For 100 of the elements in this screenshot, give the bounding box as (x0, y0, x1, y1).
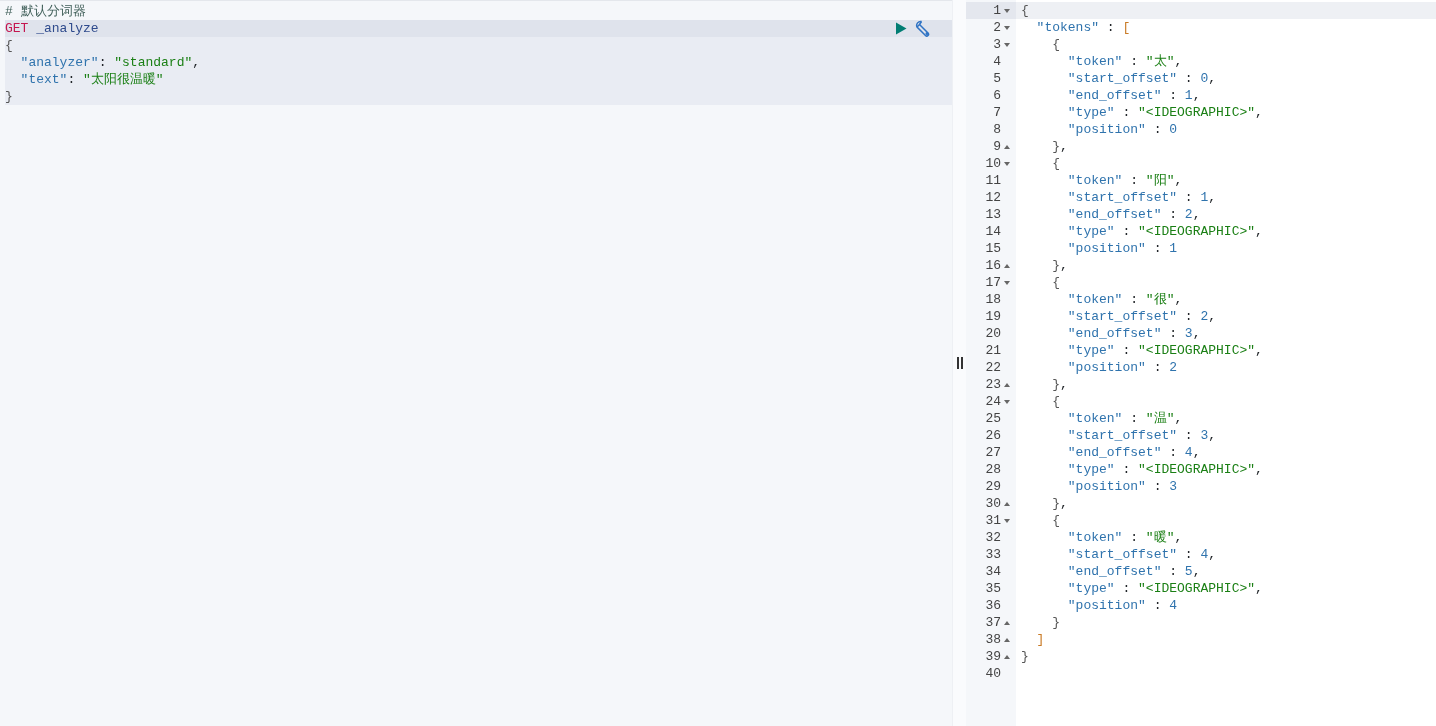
fold-toggle-icon[interactable] (1004, 161, 1010, 166)
line-number: 5 (993, 70, 1001, 87)
code-line: "end_offset" : 4, (1066, 445, 1201, 460)
code-line: "token" : "很", (1066, 292, 1183, 307)
line-number: 35 (985, 580, 1001, 597)
line-number: 28 (985, 461, 1001, 478)
code-line: { (1051, 275, 1061, 290)
line-number: 25 (985, 410, 1001, 427)
line-number: 36 (985, 597, 1001, 614)
line-number: 27 (985, 444, 1001, 461)
code-line: }, (1051, 496, 1068, 511)
resize-handle-icon[interactable] (956, 357, 963, 369)
code-line: } (1021, 649, 1029, 664)
line-number: 8 (993, 121, 1001, 138)
code-line: "end_offset" : 2, (1066, 207, 1201, 222)
code-line: { (1051, 156, 1061, 171)
code-line: }, (1051, 377, 1068, 392)
code-line: "type" : "<IDEOGRAPHIC>", (1066, 224, 1263, 239)
line-number: 6 (993, 87, 1001, 104)
line-number: 9 (993, 138, 1001, 155)
line-number: 14 (985, 223, 1001, 240)
code-line: "type" : "<IDEOGRAPHIC>", (1066, 462, 1263, 477)
fold-toggle-icon[interactable] (1004, 399, 1010, 404)
code-line: "token" : "阳", (1066, 173, 1183, 188)
code-line: }, (1051, 139, 1068, 154)
fold-toggle-icon[interactable] (1004, 263, 1010, 268)
fold-toggle-icon[interactable] (1004, 637, 1010, 642)
line-number: 24 (985, 393, 1001, 410)
line-number: 32 (985, 529, 1001, 546)
code-line: "position" : 4 (1066, 598, 1178, 613)
fold-toggle-icon[interactable] (1004, 501, 1010, 506)
code-line: "token" : "太", (1066, 54, 1183, 69)
line-number: 30 (985, 495, 1001, 512)
code-line: "type" : "<IDEOGRAPHIC>", (1066, 343, 1263, 358)
line-number: 16 (985, 257, 1001, 274)
code-line: "position" : 1 (1066, 241, 1178, 256)
line-number: 20 (985, 325, 1001, 342)
code-line: "start_offset" : 3, (1066, 428, 1217, 443)
run-button[interactable] (895, 22, 907, 35)
code-line: "position" : 2 (1066, 360, 1178, 375)
code-line: "tokens" : [ (1035, 20, 1131, 35)
code-line: { (1051, 37, 1061, 52)
code-line: "start_offset" : 1, (1066, 190, 1217, 205)
code-line: "end_offset" : 1, (1066, 88, 1201, 103)
fold-toggle-icon[interactable] (1004, 25, 1010, 30)
code-line: "start_offset" : 2, (1066, 309, 1217, 324)
line-number: 12 (985, 189, 1001, 206)
line-number: 2 (993, 19, 1001, 36)
fold-toggle-icon[interactable] (1004, 654, 1010, 659)
code-line: "text": "太阳很温暖" (19, 71, 164, 88)
line-number: 39 (985, 648, 1001, 665)
wrench-icon[interactable] (915, 20, 932, 37)
fold-toggle-icon[interactable] (1004, 382, 1010, 387)
code-line: "type" : "<IDEOGRAPHIC>", (1066, 581, 1263, 596)
fold-toggle-icon[interactable] (1004, 620, 1010, 625)
code-line: "position" : 3 (1066, 479, 1178, 494)
code-line: } (1051, 615, 1061, 630)
line-number: 13 (985, 206, 1001, 223)
fold-toggle-icon[interactable] (1004, 280, 1010, 285)
line-number: 1 (993, 2, 1001, 19)
line-number: 26 (985, 427, 1001, 444)
code-line: "type" : "<IDEOGRAPHIC>", (1066, 105, 1263, 120)
code-line: "end_offset" : 5, (1066, 564, 1201, 579)
code-line: "position" : 0 (1066, 122, 1178, 137)
line-number: 23 (985, 376, 1001, 393)
line-number: 34 (985, 563, 1001, 580)
line-number: 19 (985, 308, 1001, 325)
line-number: 4 (993, 53, 1001, 70)
line-number: 3 (993, 36, 1001, 53)
line-number: 22 (985, 359, 1001, 376)
fold-toggle-icon[interactable] (1004, 518, 1010, 523)
line-number: 21 (985, 342, 1001, 359)
code-line: ] (1035, 632, 1045, 647)
code-line: }, (1051, 258, 1068, 273)
code-line: } (5, 88, 13, 105)
line-number: 11 (985, 172, 1001, 189)
line-number: 37 (985, 614, 1001, 631)
code-line: "start_offset" : 0, (1066, 71, 1217, 86)
line-number: 33 (985, 546, 1001, 563)
line-number: 38 (985, 631, 1001, 648)
code-line: "token" : "温", (1066, 411, 1183, 426)
code-line: "token" : "暖", (1066, 530, 1183, 545)
line-number: 17 (985, 274, 1001, 291)
line-number: 40 (985, 665, 1001, 682)
line-number: 10 (985, 155, 1001, 172)
code-line: # 默认分词器 (5, 3, 86, 20)
fold-toggle-icon[interactable] (1004, 8, 1010, 13)
code-line: "end_offset" : 3, (1066, 326, 1201, 341)
code-line: "analyzer": "standard", (19, 54, 201, 71)
line-number: 18 (985, 291, 1001, 308)
code-line: "start_offset" : 4, (1066, 547, 1217, 562)
code-line: { (1051, 394, 1061, 409)
line-number: 15 (985, 240, 1001, 257)
line-number: 31 (985, 512, 1001, 529)
fold-toggle-icon[interactable] (1004, 42, 1010, 47)
code-line: { (5, 37, 13, 54)
line-number: 29 (985, 478, 1001, 495)
code-line: { (1051, 513, 1061, 528)
code-line: { (1021, 3, 1029, 18)
fold-toggle-icon[interactable] (1004, 144, 1010, 149)
